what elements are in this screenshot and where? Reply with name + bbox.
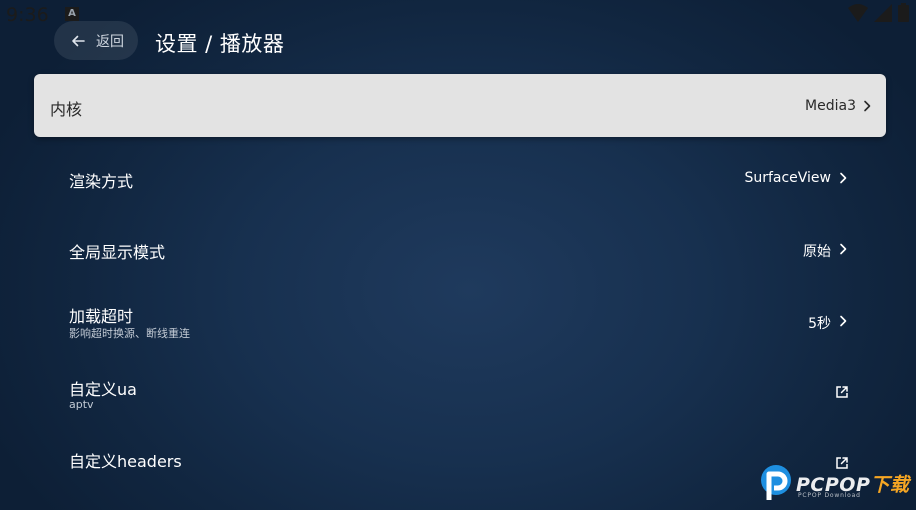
back-label: 返回 <box>96 33 124 50</box>
setting-value: Media3 <box>805 98 856 114</box>
status-time: 9:36 <box>6 4 49 26</box>
page-title: 设置 / 播放器 <box>155 32 285 56</box>
external-link-icon <box>836 386 848 398</box>
chevron-right-icon <box>840 315 847 327</box>
setting-value: 原始 <box>803 244 831 260</box>
setting-title: 自定义headers <box>69 452 182 471</box>
chevron-right-icon <box>864 100 871 112</box>
setting-row-custom-ua[interactable]: 自定义ua aptv <box>34 360 886 423</box>
setting-row-kernel[interactable]: 内核 Media3 <box>34 74 886 137</box>
setting-row-display-mode[interactable]: 全局显示模式 原始 <box>34 217 886 280</box>
chevron-right-icon <box>840 243 847 255</box>
setting-value: SurfaceView <box>744 170 831 186</box>
external-link-icon <box>836 457 848 469</box>
battery-icon <box>898 5 909 22</box>
setting-title: 内核 <box>50 100 83 119</box>
arrow-left-icon <box>72 35 85 46</box>
wifi-icon <box>848 4 868 22</box>
signal-icon <box>874 4 892 22</box>
setting-subtitle: 影响超时换源、断线重连 <box>69 327 190 340</box>
setting-row-custom-headers[interactable]: 自定义headers <box>34 431 886 494</box>
setting-title: 全局显示模式 <box>69 243 166 262</box>
notification-badge-icon: A <box>65 7 79 21</box>
system-status-icons <box>848 3 909 22</box>
setting-row-load-timeout[interactable]: 加载超时 影响超时换源、断线重连 5秒 <box>34 289 886 352</box>
setting-subtitle: aptv <box>69 398 94 411</box>
setting-title: 渲染方式 <box>69 172 134 191</box>
setting-title: 自定义ua <box>69 380 137 399</box>
back-button[interactable]: 返回 <box>54 21 138 60</box>
chevron-right-icon <box>840 172 847 184</box>
setting-title: 加载超时 <box>69 307 134 326</box>
setting-value: 5秒 <box>808 316 831 332</box>
status-bar: 9:36 A <box>0 0 916 30</box>
setting-row-render-mode[interactable]: 渲染方式 SurfaceView <box>34 146 886 209</box>
